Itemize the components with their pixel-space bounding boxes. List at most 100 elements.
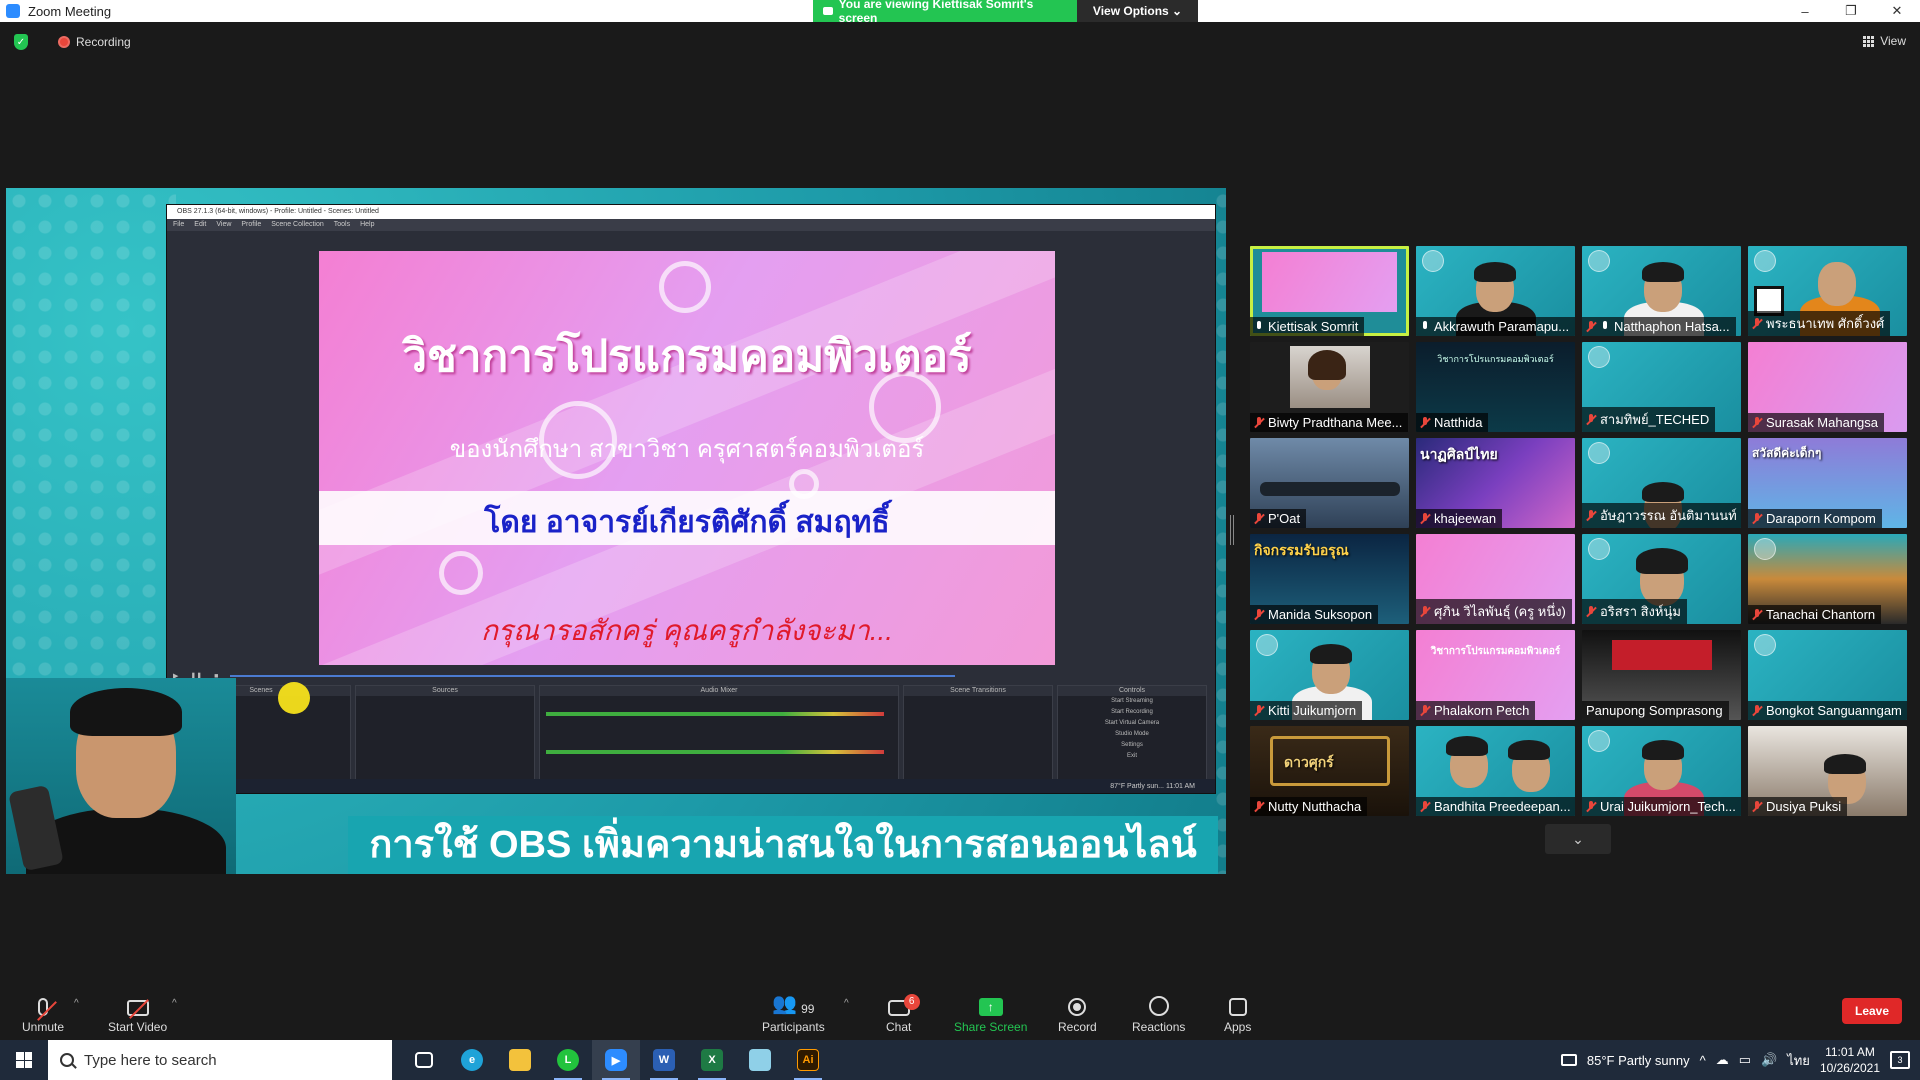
notepad-button[interactable] [736, 1040, 784, 1080]
viewing-status: You are viewing Kiettisak Somrit's scree… [813, 0, 1077, 25]
mic-muted-icon [1420, 704, 1430, 717]
edge-button[interactable]: e [448, 1040, 496, 1080]
obs-dock-audio-mixer: Audio Mixer [539, 685, 899, 781]
restore-button[interactable]: ❐ [1828, 0, 1874, 22]
weather-text[interactable]: 85°F Partly sunny [1587, 1053, 1690, 1068]
school-logo-icon [1754, 250, 1776, 272]
participant-name: Nutty Nutthacha [1250, 797, 1368, 816]
mic-muted-icon [1752, 416, 1762, 429]
record-button[interactable]: Record [1058, 990, 1097, 1034]
video-tile[interactable]: สวัสดีค่ะเด็กๆ Daraporn Kompom [1748, 438, 1907, 528]
volume-icon[interactable]: 🔊 [1761, 1052, 1777, 1068]
video-tile[interactable]: Urai Juikumjorn_Tech... [1582, 726, 1741, 816]
security-shield-icon[interactable]: ✓ [14, 34, 28, 50]
video-tile[interactable]: Panupong Somprasong [1582, 630, 1741, 720]
word-button[interactable]: W [640, 1040, 688, 1080]
language-indicator[interactable]: ไทย [1787, 1050, 1810, 1071]
obs-dock-transitions-header: Scene Transitions [904, 686, 1052, 696]
share-screen-button[interactable]: ↑ Share Screen [954, 990, 1027, 1034]
participant-name: khajeewan [1416, 509, 1503, 528]
video-tile[interactable]: สามทิพย์_TECHED [1582, 342, 1741, 432]
video-tile[interactable]: Kitti Juikumjorn [1250, 630, 1409, 720]
video-tile[interactable]: ดาวศุกร์ Nutty Nutthacha [1250, 726, 1409, 816]
tile-banner-image [1612, 640, 1712, 670]
participants-label: Participants [762, 1020, 825, 1034]
onedrive-icon[interactable]: ☁ [1716, 1052, 1729, 1068]
video-tile[interactable]: Biwty Pradthana Mee... [1250, 342, 1409, 432]
participants-options-caret[interactable]: ^ [844, 998, 849, 1009]
participants-button[interactable]: 👥 99 Participants [762, 990, 825, 1034]
video-tile[interactable]: วิชาการโปรแกรมคอมพิวเตอร์ Natthida [1416, 342, 1575, 432]
participant-name: พระธนาเทพ ศักดิ์วงศ์ [1748, 311, 1891, 336]
obs-dock-sources: Sources [355, 685, 535, 781]
illustrator-button[interactable]: Ai [784, 1040, 832, 1080]
notification-center-button[interactable]: 3 [1890, 1051, 1910, 1069]
video-tile[interactable]: วิชาการโปรแกรมคอมพิวเตอร์ Phalakorn Petc… [1416, 630, 1575, 720]
video-tile[interactable]: อัษฎาวรรณ อันติมานนท์ [1582, 438, 1741, 528]
task-view-icon [415, 1052, 433, 1068]
file-explorer-button[interactable] [496, 1040, 544, 1080]
taskbar-search[interactable]: Type here to search [48, 1040, 392, 1080]
audio-meter [546, 712, 884, 716]
reactions-button[interactable]: Reactions [1132, 990, 1185, 1034]
video-tile[interactable]: Bongkot Sanguanngam [1748, 630, 1907, 720]
video-tile[interactable]: Surasak Mahangsa [1748, 342, 1907, 432]
task-view-button[interactable] [400, 1040, 448, 1080]
network-icon[interactable]: ▭ [1739, 1052, 1751, 1068]
minimize-button[interactable]: – [1782, 0, 1828, 22]
participant-name: Surasak Mahangsa [1748, 413, 1885, 432]
excel-button[interactable]: X [688, 1040, 736, 1080]
split-resize-handle[interactable] [1230, 515, 1234, 545]
leave-button[interactable]: Leave [1842, 998, 1902, 1024]
mic-on-icon [1420, 320, 1430, 333]
mic-muted-icon [1752, 704, 1762, 717]
participant-name: Dusiya Puksi [1748, 797, 1848, 816]
gallery-next-page-button[interactable]: ⌄ [1545, 824, 1611, 854]
window-title: Zoom Meeting [28, 3, 112, 19]
view-options-button[interactable]: View Options ⌄ [1077, 0, 1198, 22]
video-tile[interactable]: กิจกรรมรับอรุณ Manida Suksopon [1250, 534, 1409, 624]
start-button[interactable] [0, 1040, 48, 1080]
apps-label: Apps [1224, 1020, 1252, 1034]
start-video-button[interactable]: Start Video [108, 990, 167, 1034]
slide-wait-message: กรุณารอสักครู่ คุณครูกำลังจะมา... [480, 615, 894, 646]
video-tile[interactable]: Kiettisak Somrit [1250, 246, 1409, 336]
recording-label[interactable]: Recording [76, 35, 131, 49]
school-logo-icon [1588, 538, 1610, 560]
participant-name: Urai Juikumjorn_Tech... [1582, 797, 1741, 816]
obs-preview-slide: วิชาการโปรแกรมคอมพิวเตอร์ ของนักศึกษา สา… [319, 251, 1055, 665]
video-tile[interactable]: ศุภิน วิไลพันธุ์ (ครู หนึ่ง) [1416, 534, 1575, 624]
taskbar-clock[interactable]: 11:01 AM 10/26/2021 [1820, 1044, 1880, 1076]
video-tile[interactable]: Akkrawuth Paramapu... [1416, 246, 1575, 336]
tray-chevron-icon[interactable]: ^ [1700, 1053, 1706, 1068]
video-tile[interactable]: Natthaphon Hatsa... [1582, 246, 1741, 336]
video-tile[interactable]: Tanachai Chantorn [1748, 534, 1907, 624]
obs-settings: Settings [1121, 742, 1143, 748]
participant-name: Panupong Somprasong [1582, 701, 1729, 720]
presenter-webcam [6, 678, 236, 874]
school-logo-icon [1588, 442, 1610, 464]
window-controls: – ❐ ✕ [1782, 0, 1920, 22]
obs-exit: Exit [1126, 753, 1137, 759]
apps-button[interactable]: Apps [1224, 990, 1251, 1034]
video-tile[interactable]: พระธนาเทพ ศักดิ์วงศ์ [1748, 246, 1907, 336]
clock-time: 11:01 AM [1825, 1045, 1875, 1059]
video-tile[interactable]: อริสรา สิงห์นุ่ม [1582, 534, 1741, 624]
video-camera-icon [126, 999, 149, 1019]
video-tile[interactable]: Bandhita Preedeepan... [1416, 726, 1575, 816]
zoom-taskbar-button[interactable]: ▶ [592, 1040, 640, 1080]
share-screen-label: Share Screen [954, 1020, 1028, 1034]
video-tile[interactable]: นาฏศิลป์ไทย khajeewan [1416, 438, 1575, 528]
line-app-button[interactable]: L [544, 1040, 592, 1080]
participant-name: Manida Suksopon [1250, 605, 1379, 624]
chat-button[interactable]: 6 Chat [886, 990, 920, 1034]
obs-inner-taskbar: 87°F Partly sun... 11:01 AM [167, 779, 1215, 793]
unmute-button[interactable]: Unmute [22, 990, 64, 1034]
view-button[interactable]: View [1863, 34, 1906, 48]
audio-options-caret[interactable]: ^ [74, 998, 79, 1009]
close-window-button[interactable]: ✕ [1874, 0, 1920, 22]
video-tile[interactable]: Dusiya Puksi [1748, 726, 1907, 816]
meeting-status-row: ✓ Recording View [0, 30, 1920, 54]
video-tile[interactable]: P'Oat [1250, 438, 1409, 528]
video-options-caret[interactable]: ^ [172, 998, 177, 1009]
